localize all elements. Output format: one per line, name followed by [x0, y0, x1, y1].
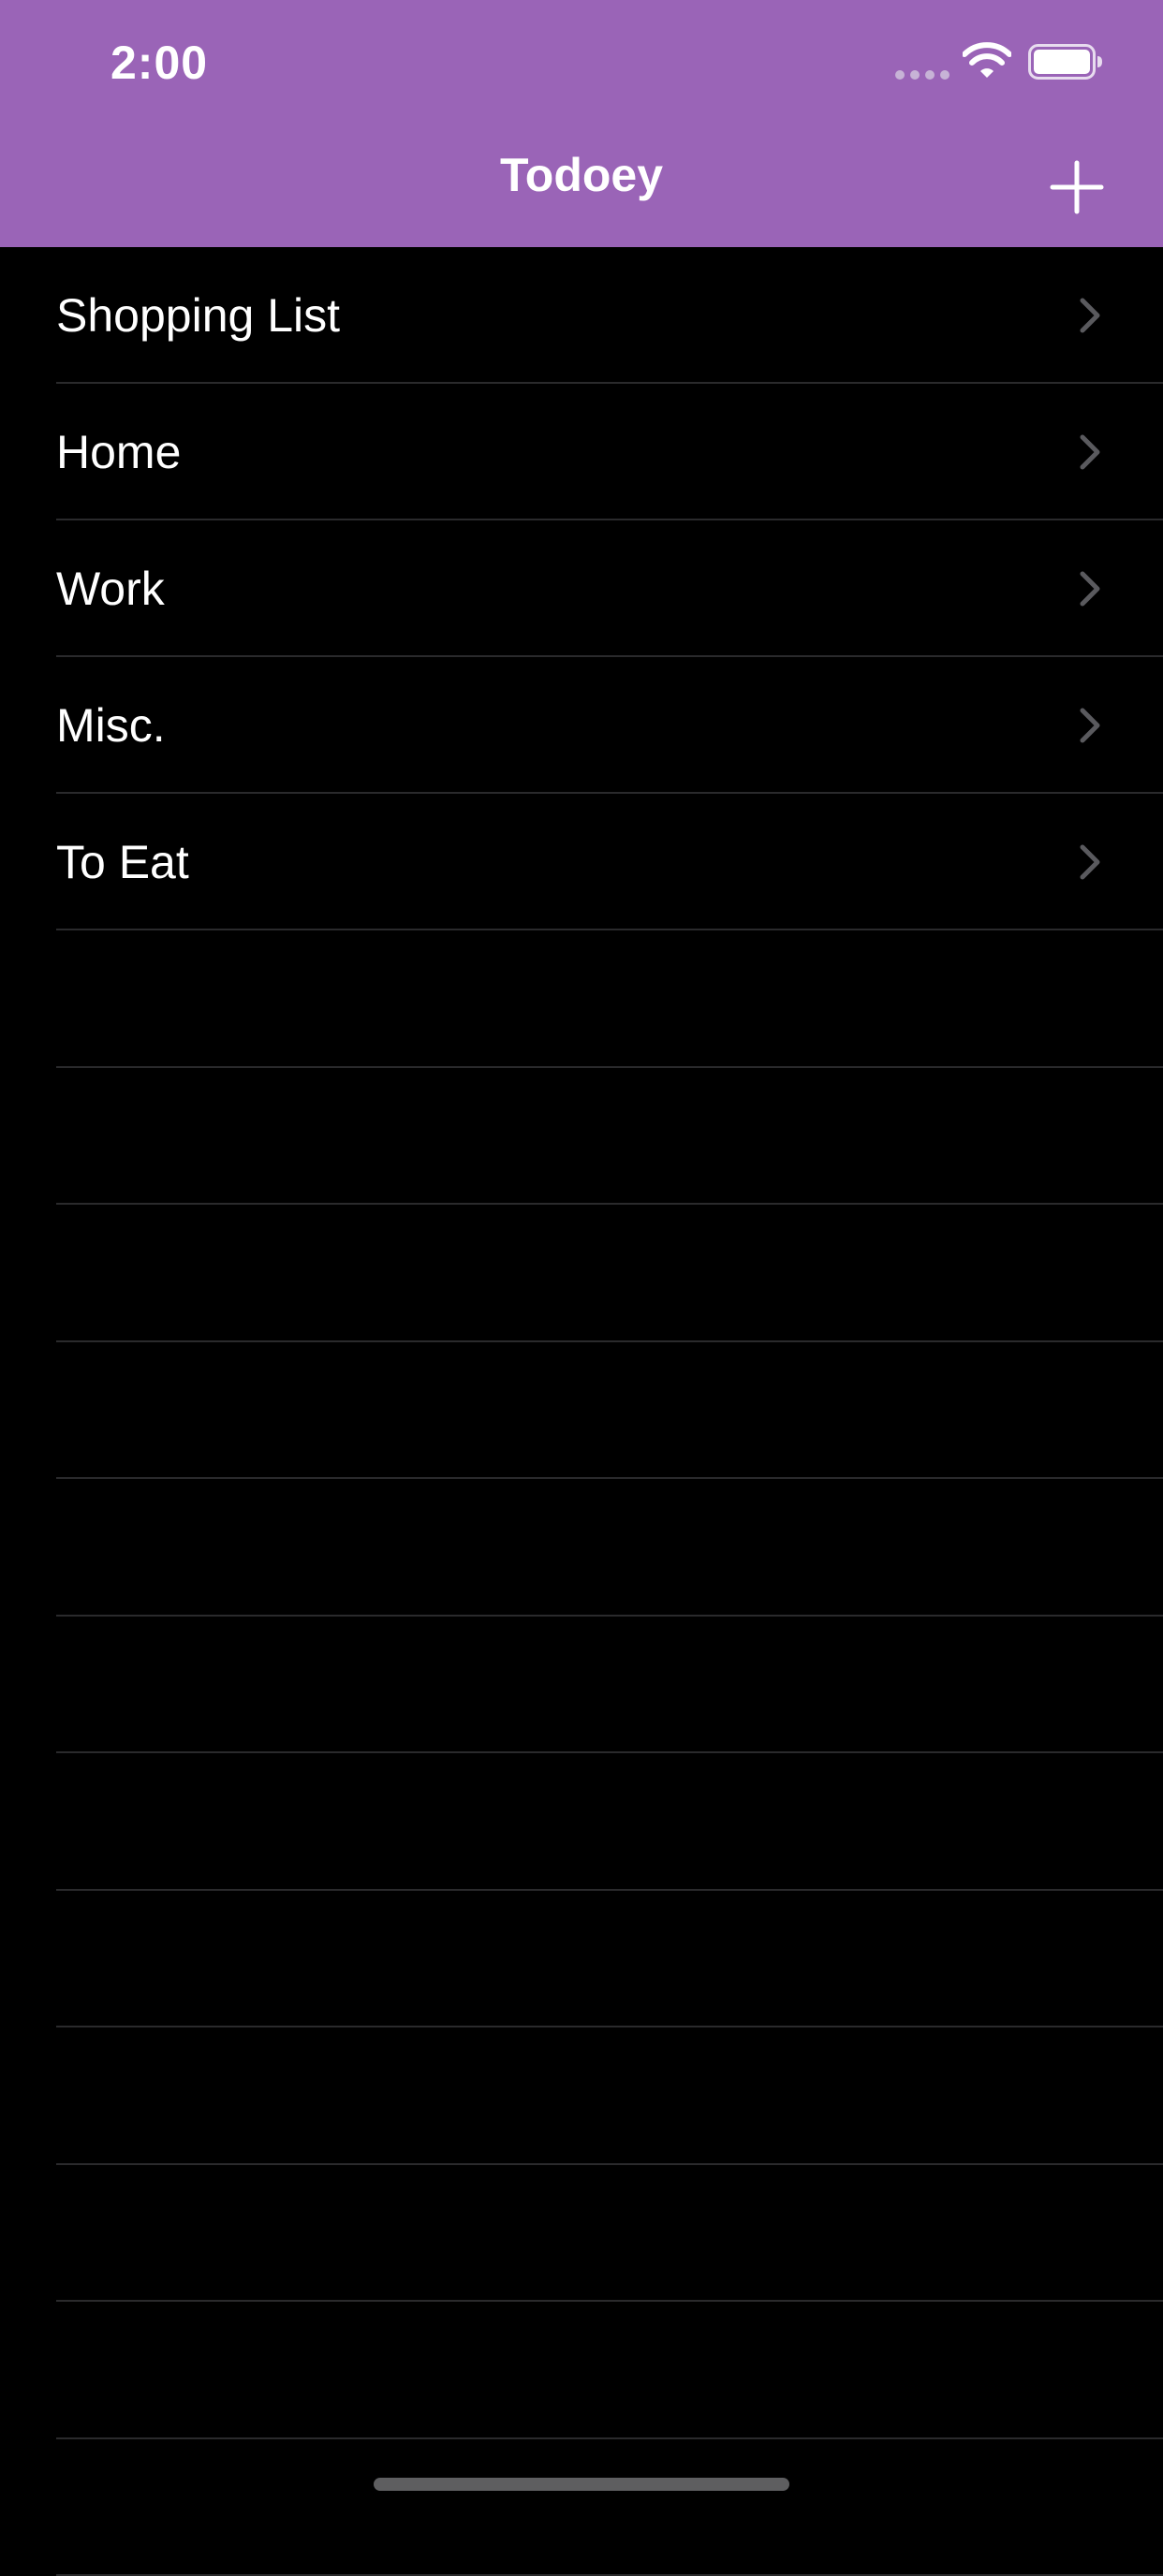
empty-row: [0, 2027, 1163, 2165]
chevron-right-icon: [1077, 705, 1103, 746]
category-label: Home: [56, 425, 181, 479]
page-title: Todoey: [0, 152, 1163, 198]
category-row-to-eat[interactable]: To Eat: [0, 794, 1163, 930]
home-indicator[interactable]: [374, 2478, 789, 2491]
navigation-bar: 2:00 Todoey: [0, 0, 1163, 247]
battery-icon: [1028, 44, 1103, 80]
category-row-work[interactable]: Work: [0, 520, 1163, 657]
empty-row: [0, 1342, 1163, 1480]
category-row-shopping-list[interactable]: Shopping List: [0, 247, 1163, 384]
category-list: Shopping List Home Work Misc. To Eat: [0, 247, 1163, 2576]
category-row-home[interactable]: Home: [0, 384, 1163, 520]
chevron-right-icon: [1077, 568, 1103, 609]
category-label: Shopping List: [56, 288, 340, 343]
empty-row: [0, 2302, 1163, 2439]
empty-row: [0, 1205, 1163, 1342]
empty-row: [0, 1891, 1163, 2028]
category-label: Misc.: [56, 698, 166, 753]
wifi-icon: [963, 41, 1011, 79]
plus-icon[interactable]: [1039, 150, 1114, 225]
chevron-right-icon: [1077, 432, 1103, 473]
cellular-signal-icon: [894, 68, 950, 81]
empty-row: [0, 2165, 1163, 2303]
empty-row: [0, 1617, 1163, 1754]
category-label: Work: [56, 562, 165, 616]
chevron-right-icon: [1077, 295, 1103, 336]
empty-row: [0, 930, 1163, 1068]
category-row-misc[interactable]: Misc.: [0, 657, 1163, 794]
empty-row: [0, 2439, 1163, 2576]
category-label: To Eat: [56, 835, 189, 889]
empty-row: [0, 1068, 1163, 1206]
status-time: 2:00: [110, 36, 208, 90]
chevron-right-icon: [1077, 842, 1103, 883]
empty-row: [0, 1479, 1163, 1617]
empty-row: [0, 1753, 1163, 1891]
